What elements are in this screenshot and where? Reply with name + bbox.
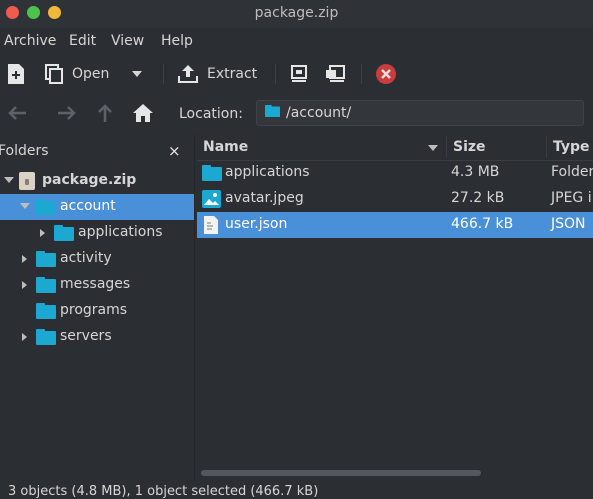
- add-folder-button[interactable]: [324, 60, 346, 88]
- toolbar: Open Extract: [0, 56, 593, 92]
- menu-bar: Archive Edit View Help: [0, 30, 593, 54]
- toolbar-divider: [361, 64, 362, 84]
- tree-item-applications[interactable]: applications: [0, 220, 194, 246]
- back-arrow-icon[interactable]: [6, 103, 28, 123]
- folder-icon: [36, 303, 56, 319]
- tree-item-label: account: [60, 198, 116, 214]
- column-divider[interactable]: [446, 136, 447, 158]
- window-title: package.zip: [254, 5, 339, 21]
- tree-item-activity[interactable]: activity: [0, 246, 194, 272]
- column-header-name[interactable]: Name: [203, 139, 248, 155]
- add-folder-icon: [326, 65, 345, 82]
- tree-item-servers[interactable]: servers: [0, 324, 194, 350]
- tree-item-programs[interactable]: programs: [0, 298, 194, 324]
- folder-icon: [36, 277, 56, 293]
- expander-expanded-icon[interactable]: [4, 177, 14, 183]
- new-archive-button[interactable]: [6, 60, 26, 88]
- column-header-row: Name Size Type: [197, 134, 593, 161]
- home-icon[interactable]: [132, 102, 154, 124]
- folder-icon: [265, 105, 280, 117]
- text-file-icon: [204, 216, 218, 234]
- toolbar-divider: [163, 64, 164, 84]
- add-files-icon: [291, 65, 307, 82]
- file-size: 466.7 kB: [451, 216, 514, 232]
- file-name: applications: [225, 164, 310, 180]
- toolbar-divider: [275, 64, 276, 84]
- file-name: user.json: [225, 216, 288, 232]
- extract-button[interactable]: Extract: [177, 60, 257, 88]
- file-list: Name Size Type applications 4.3 MB Folde…: [197, 134, 593, 481]
- table-row[interactable]: user.json 466.7 kB JSON: [197, 212, 593, 238]
- file-name: avatar.jpeg: [225, 190, 304, 206]
- file-type: JPEG i: [551, 190, 592, 206]
- file-size: 27.2 kB: [451, 190, 505, 206]
- forward-arrow-icon[interactable]: [56, 103, 78, 123]
- tree-item-label: applications: [78, 224, 163, 240]
- folders-sidebar: Folders × package.zip account applicatio…: [0, 134, 195, 481]
- add-files-button[interactable]: [289, 60, 309, 88]
- location-path: /account/: [286, 105, 352, 121]
- close-icon[interactable]: ×: [168, 142, 181, 160]
- table-row[interactable]: avatar.jpeg 27.2 kB JPEG i: [197, 186, 593, 212]
- menu-view[interactable]: View: [111, 33, 144, 49]
- menu-edit[interactable]: Edit: [69, 33, 96, 49]
- sidebar-header: Folders ×: [0, 134, 194, 168]
- sort-descending-icon[interactable]: [428, 145, 438, 151]
- expander-expanded-icon[interactable]: [20, 203, 30, 209]
- tree-item-label: activity: [60, 250, 112, 266]
- location-bar: Location: /account/: [0, 96, 593, 130]
- expander-collapsed-icon[interactable]: [22, 281, 27, 289]
- folder-icon: [36, 251, 56, 267]
- column-header-size[interactable]: Size: [453, 139, 486, 155]
- folder-icon: [202, 165, 222, 181]
- archive-icon: [19, 172, 35, 190]
- title-bar: package.zip: [0, 0, 593, 28]
- menu-archive[interactable]: Archive: [4, 33, 56, 49]
- folder-icon: [36, 199, 56, 215]
- folder-icon: [54, 225, 74, 241]
- stop-button[interactable]: [375, 60, 397, 88]
- extract-label: Extract: [207, 66, 258, 82]
- open-button[interactable]: Open: [44, 60, 109, 88]
- tree-item-package-zip[interactable]: package.zip: [0, 168, 194, 194]
- image-file-icon: [202, 190, 221, 208]
- location-label: Location:: [179, 106, 243, 122]
- file-size: 4.3 MB: [451, 164, 500, 180]
- horizontal-scrollbar[interactable]: [201, 470, 481, 476]
- column-divider[interactable]: [546, 136, 547, 158]
- column-header-type[interactable]: Type: [553, 139, 590, 155]
- extract-icon: [178, 65, 198, 83]
- tree-item-account[interactable]: account: [0, 194, 194, 220]
- status-text: 3 objects (4.8 MB), 1 object selected (4…: [8, 484, 319, 499]
- new-archive-icon: [8, 64, 24, 84]
- menu-help[interactable]: Help: [161, 33, 193, 49]
- status-bar: 3 objects (4.8 MB), 1 object selected (4…: [0, 483, 593, 499]
- tree-item-label: programs: [60, 302, 128, 318]
- open-label: Open: [72, 66, 110, 82]
- open-dropdown-button[interactable]: [131, 60, 143, 88]
- chevron-down-icon: [132, 71, 142, 77]
- file-type: Folder: [551, 164, 593, 180]
- expander-collapsed-icon[interactable]: [22, 255, 27, 263]
- tree-item-label: servers: [60, 328, 112, 344]
- table-row[interactable]: applications 4.3 MB Folder: [197, 160, 593, 186]
- sidebar-title: Folders: [0, 143, 49, 159]
- location-field[interactable]: /account/: [256, 100, 584, 126]
- open-archive-icon: [45, 64, 63, 84]
- tree-item-label: package.zip: [42, 172, 137, 188]
- tree-item-label: messages: [60, 276, 131, 292]
- expander-collapsed-icon[interactable]: [40, 229, 45, 237]
- expander-collapsed-icon[interactable]: [22, 333, 27, 341]
- up-arrow-icon[interactable]: [95, 102, 115, 124]
- file-type: JSON: [551, 216, 586, 232]
- folder-icon: [36, 329, 56, 345]
- stop-icon: [376, 64, 396, 84]
- tree-item-messages[interactable]: messages: [0, 272, 194, 298]
